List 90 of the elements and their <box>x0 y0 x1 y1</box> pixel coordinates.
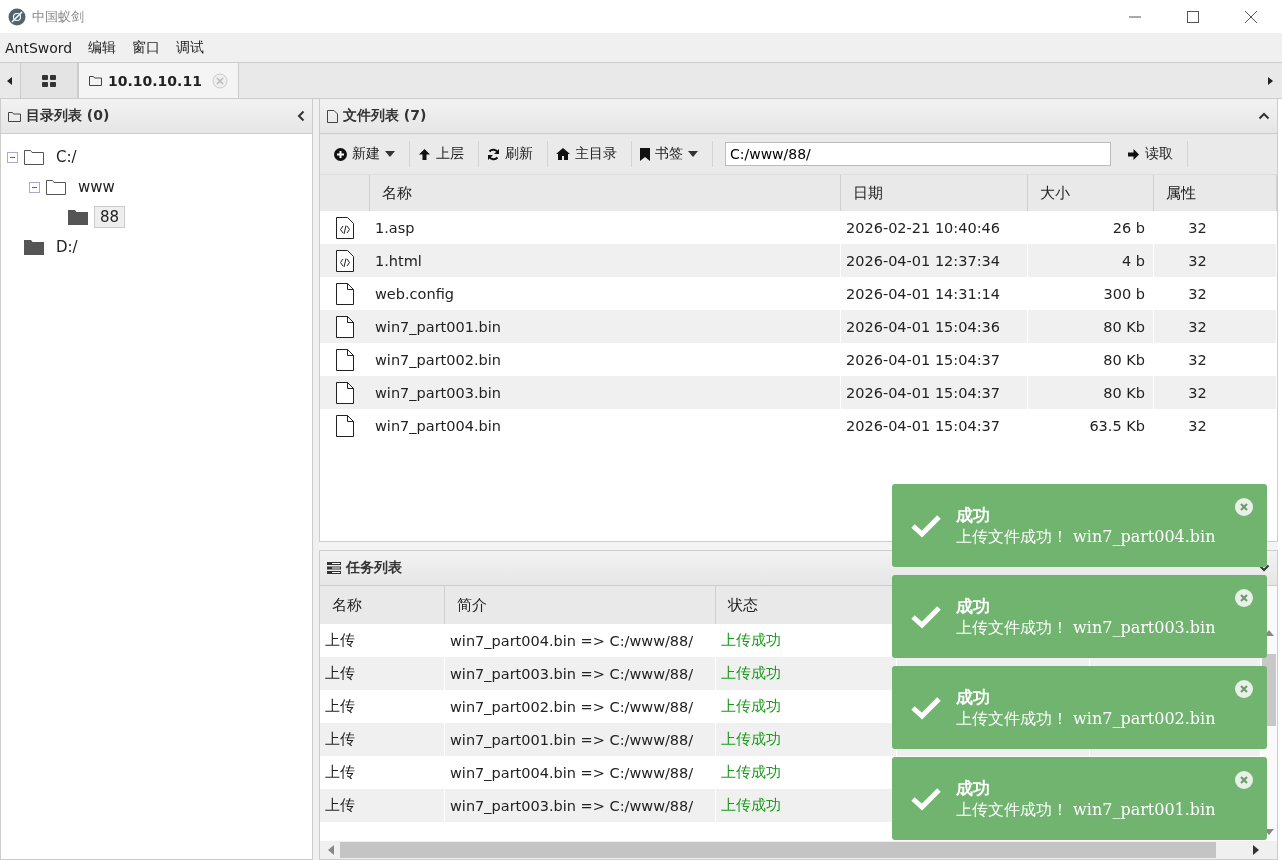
column-header[interactable]: 名称 <box>370 175 841 211</box>
tree-item[interactable]: C:/ <box>50 146 83 168</box>
table-cell: 上传 <box>320 657 445 690</box>
collapse-toggle-icon[interactable] <box>29 181 40 193</box>
collapse-icon[interactable] <box>297 110 305 122</box>
size-cell: 63.5 Kb <box>1028 409 1154 442</box>
attribute-cell: 32 <box>1154 244 1277 277</box>
size-cell: 80 Kb <box>1028 376 1154 409</box>
table-cell: 上传 <box>320 789 445 822</box>
scroll-left-icon[interactable] <box>6 75 14 86</box>
table-cell: 上传 <box>320 723 445 756</box>
plus-circle-icon <box>334 147 347 161</box>
folder-icon <box>8 110 21 122</box>
menu-item[interactable]: 编辑 <box>88 38 117 57</box>
tree-item[interactable]: www <box>72 176 121 198</box>
app-logo-icon <box>8 7 26 26</box>
maximize-icon[interactable] <box>1186 9 1200 24</box>
tab[interactable] <box>20 63 78 98</box>
tab[interactable]: 10.10.10.11 <box>78 63 239 98</box>
file-icon <box>336 414 354 437</box>
refresh-icon <box>487 147 500 161</box>
toast-title: 成功 <box>956 776 991 800</box>
path-field[interactable]: C:/www/88/ <box>725 142 1111 166</box>
tree-item[interactable]: D:/ <box>50 236 84 258</box>
code-file-icon <box>336 249 354 272</box>
toast-message: 上传文件成功！ win7_part004.bin <box>956 526 1216 548</box>
panel-title: 文件列表 (7) <box>343 107 427 125</box>
checkmark-icon <box>910 604 942 629</box>
date-cell: 2026-04-01 15:04:37 <box>841 409 1028 442</box>
home-icon <box>556 148 570 160</box>
read-button[interactable]: 读取 <box>1119 141 1188 167</box>
menu-item[interactable]: 窗口 <box>132 38 161 57</box>
toast-title: 成功 <box>956 685 991 709</box>
window-title: 中国蚁剑 <box>32 7 84 26</box>
bookmark-icon <box>640 147 650 161</box>
column-header[interactable]: 日期 <box>841 175 1028 211</box>
column-header[interactable]: 属性 <box>1154 175 1277 211</box>
file-icon <box>336 282 354 305</box>
date-cell: 2026-04-01 12:37:34 <box>841 244 1028 277</box>
scroll-right-icon[interactable] <box>1266 75 1274 86</box>
file-icon <box>336 348 354 371</box>
file-icon <box>336 381 354 404</box>
scroll-right-icon[interactable] <box>1253 845 1259 855</box>
attribute-cell: 32 <box>1154 310 1277 343</box>
date-cell: 2026-04-01 15:04:36 <box>841 310 1028 343</box>
menu-item[interactable]: AntSword <box>5 39 73 56</box>
checkmark-icon <box>910 513 942 538</box>
date-cell: 2026-04-01 15:04:37 <box>841 376 1028 409</box>
arrow-right-icon <box>1127 147 1140 161</box>
file-name[interactable]: 1.html <box>370 244 841 277</box>
toolbar-button[interactable]: 新建 <box>326 141 410 167</box>
folder-icon <box>89 75 102 86</box>
file-icon <box>336 315 354 338</box>
collapse-icon[interactable] <box>1258 112 1270 120</box>
arrow-up-icon <box>418 147 431 161</box>
table-cell: win7_part003.bin => C:/www/88/ <box>445 657 716 690</box>
menu-item[interactable]: 调试 <box>176 38 205 57</box>
toolbar-button[interactable]: 刷新 <box>479 141 548 167</box>
file-icon <box>327 109 338 123</box>
size-cell: 80 Kb <box>1028 310 1154 343</box>
table-cell: win7_part003.bin => C:/www/88/ <box>445 789 716 822</box>
panel-title: 任务列表 <box>346 559 402 577</box>
attribute-cell: 32 <box>1154 409 1277 442</box>
close-icon[interactable] <box>1244 9 1258 24</box>
toast-title: 成功 <box>956 503 991 527</box>
size-cell: 4 b <box>1028 244 1154 277</box>
scrollbar-thumb[interactable] <box>340 842 1216 858</box>
toast-message: 上传文件成功！ win7_part002.bin <box>956 708 1216 730</box>
tree-item[interactable]: 88 <box>94 206 126 228</box>
toast-message: 上传文件成功！ win7_part003.bin <box>956 617 1216 639</box>
code-file-icon <box>336 216 354 239</box>
attribute-cell: 32 <box>1154 376 1277 409</box>
toast-title: 成功 <box>956 594 991 618</box>
panel-title: 目录列表 (0) <box>26 107 110 125</box>
grid-icon <box>42 74 56 87</box>
toolbar-button[interactable]: 主目录 <box>548 141 632 167</box>
column-header[interactable]: 名称 <box>320 586 445 624</box>
list-icon <box>327 562 341 574</box>
collapse-toggle-icon[interactable] <box>7 151 18 163</box>
checkmark-icon <box>910 786 942 811</box>
toolbar-button[interactable]: 上层 <box>410 141 479 167</box>
toast-message: 上传文件成功！ win7_part001.bin <box>956 799 1216 821</box>
toolbar-button[interactable]: 书签 <box>632 141 713 167</box>
table-cell: win7_part001.bin => C:/www/88/ <box>445 723 716 756</box>
column-header[interactable]: 简介 <box>445 586 716 624</box>
file-name[interactable]: win7_part004.bin <box>370 409 841 442</box>
column-header[interactable]: 大小 <box>1028 175 1154 211</box>
file-name[interactable]: win7_part003.bin <box>370 376 841 409</box>
checkmark-icon <box>910 695 942 720</box>
file-name[interactable]: win7_part001.bin <box>370 310 841 343</box>
